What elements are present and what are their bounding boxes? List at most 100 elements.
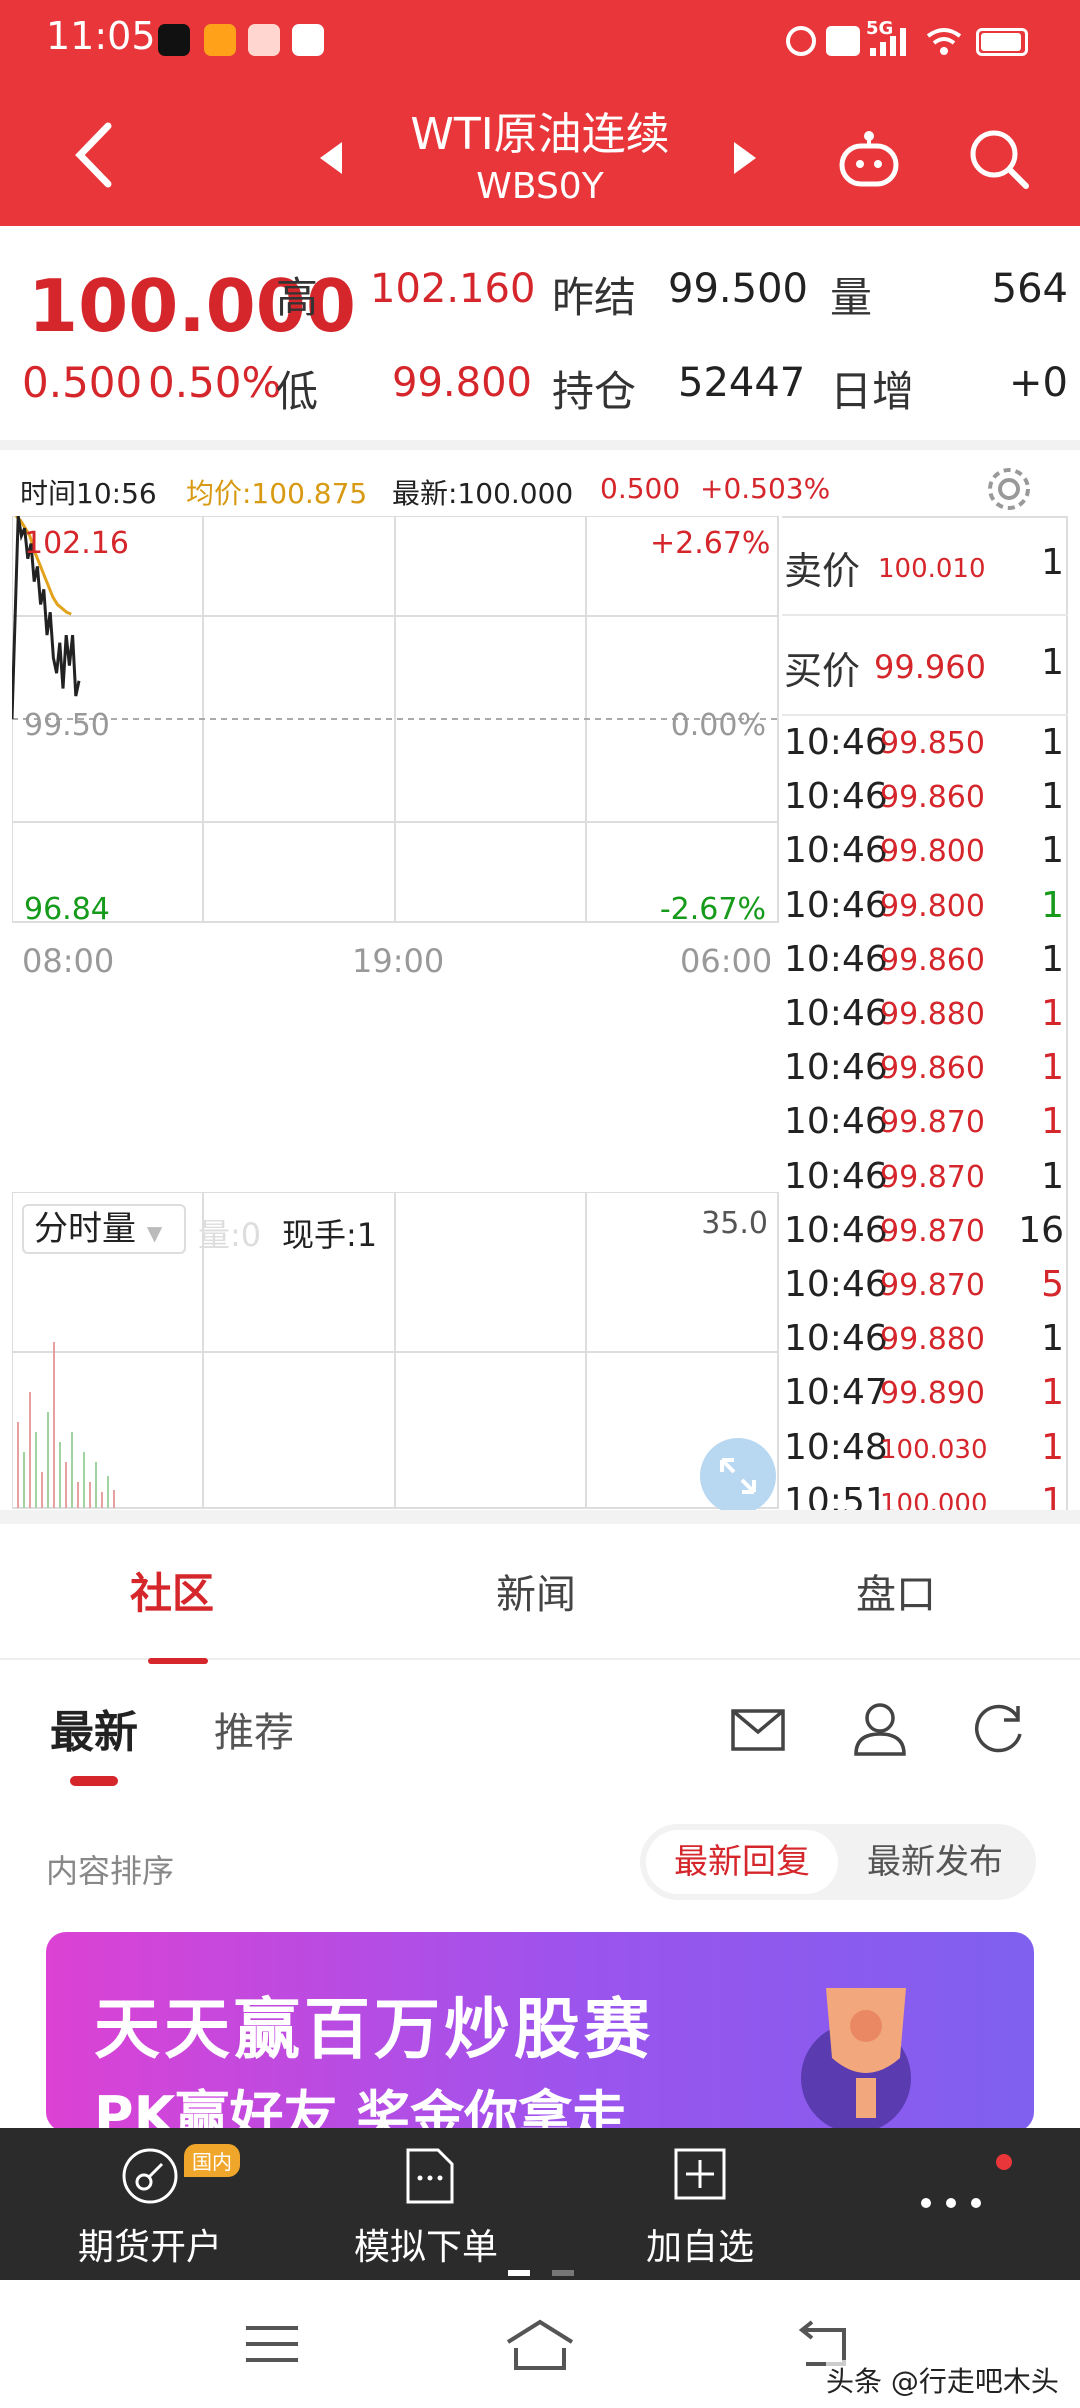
tick-row: 10:46 99.860 1 (784, 939, 1068, 993)
chart-top-pct: +2.67% (650, 526, 771, 561)
tick-quantity: 1 (1041, 1426, 1064, 1468)
tick-time: 10:46 (784, 1155, 888, 1197)
toutiao-icon (292, 24, 324, 56)
wifi-icon (926, 28, 962, 55)
tick-price: 99.850 (880, 726, 985, 761)
mail-icon[interactable] (730, 1706, 786, 1756)
search-icon[interactable] (966, 126, 1032, 192)
tick-price: 99.860 (880, 1051, 985, 1087)
tick-price: 99.870 (880, 1105, 985, 1141)
domestic-badge: 国内 (184, 2144, 240, 2177)
tick-price: 99.800 (880, 834, 985, 870)
home-icon[interactable] (504, 2318, 576, 2372)
tick-price: 99.800 (880, 888, 985, 924)
feed-recommend[interactable]: 推荐 (214, 1700, 294, 1758)
feed-latest[interactable]: 最新 (50, 1696, 138, 1760)
contract-code: WBS0Y (476, 166, 604, 207)
next-contract-icon[interactable] (730, 138, 760, 178)
tick-quantity: 1 (1041, 1101, 1064, 1143)
tick-price: 99.880 (880, 1322, 985, 1358)
robot-icon[interactable] (836, 126, 902, 192)
tick-row: 10:46 99.800 1 (784, 830, 1068, 884)
banner-subline: PK赢好友 奖金你拿走 (94, 2085, 627, 2132)
add-square-icon (674, 2148, 726, 2200)
alarm-icon (786, 26, 816, 56)
volume-indicator-label: 分时量 (34, 1209, 136, 1249)
page-indicator-active (508, 2270, 530, 2276)
chart-prev-close: 99.50 (24, 708, 110, 743)
expand-chart-button[interactable] (700, 1438, 776, 1514)
gift-app-icon (248, 24, 280, 56)
sort-toggle: 最新回复 最新发布 (640, 1824, 1036, 1900)
tick-time: 10:48 (784, 1426, 888, 1468)
tick-row: 10:46 99.870 5 (784, 1264, 1068, 1318)
tick-time: 10:46 (784, 938, 888, 980)
ask-price: 100.010 (878, 554, 986, 584)
open-account-button[interactable]: 国内 期货开户 (60, 2144, 240, 2274)
sort-bar: 内容排序 最新回复 最新发布 (0, 1810, 1080, 1930)
feed-filter-bar: 最新 推荐 (0, 1660, 1080, 1810)
notification-dot (996, 2154, 1012, 2170)
section-tabs: 社区 新闻 盘口 (0, 1510, 1080, 1664)
tick-price: 100.030 (880, 1434, 988, 1465)
tick-time: 10:46 (784, 776, 888, 818)
promo-banner[interactable]: 天天赢百万炒股赛 PK赢好友 奖金你拿走 (46, 1932, 1034, 2132)
volume-max-label: 35.0 (701, 1206, 768, 1241)
chart-bottom-pct: -2.67% (659, 892, 766, 927)
add-watchlist-button[interactable]: 加自选 (630, 2144, 770, 2274)
volume-indicator-select[interactable]: 分时量 ▼ (22, 1204, 186, 1254)
document-icon (406, 2148, 454, 2204)
ask-quantity: 1 (1041, 542, 1064, 583)
tick-time: 10:46 (784, 1209, 888, 1251)
user-icon[interactable] (852, 1700, 908, 1758)
menu-icon[interactable] (244, 2322, 300, 2368)
tick-quantity: 1 (1041, 830, 1064, 872)
refresh-icon[interactable] (970, 1700, 1028, 1758)
high-label: 高 (276, 273, 319, 322)
x-axis-start: 08:00 (22, 942, 115, 980)
tick-time: 10:47 (784, 1372, 888, 1414)
high-value: 102.160 (370, 266, 536, 312)
key-icon (122, 2148, 178, 2204)
quote-panel: 100.000 0.500 0.50% 高 102.160 低 99.800 昨… (0, 226, 1080, 440)
sort-latest-reply[interactable]: 最新回复 (646, 1830, 838, 1894)
chart-bottom-price: 96.84 (24, 892, 110, 927)
simulated-order-button[interactable]: 模拟下单 (340, 2144, 520, 2274)
banner-headline: 天天赢百万炒股赛 (94, 1991, 654, 2068)
tick-quantity: 5 (1041, 1264, 1064, 1305)
daily-increase-value: +0 (1009, 360, 1068, 406)
feed-active-indicator (70, 1776, 118, 1786)
simulated-order-label: 模拟下单 (354, 2227, 499, 2268)
tick-quantity: 1 (1041, 993, 1064, 1034)
open-account-label: 期货开户 (78, 2227, 223, 2268)
open-interest-value: 52447 (678, 360, 806, 406)
x-axis-end: 06:00 (680, 942, 773, 980)
tab-order-book[interactable]: 盘口 (856, 1562, 936, 1620)
tick-quantity: 1 (1041, 722, 1064, 763)
sort-label: 内容排序 (46, 1852, 175, 1890)
tab-news[interactable]: 新闻 (496, 1562, 576, 1620)
tick-row: 10:46 99.880 1 (784, 993, 1068, 1047)
sort-latest-post[interactable]: 最新发布 (840, 1830, 1030, 1894)
expand-icon (720, 1458, 756, 1494)
tick-price: 99.870 (880, 1159, 985, 1195)
chart-top-price: 102.16 (24, 526, 129, 561)
page-title: WTI原油连续 (410, 109, 670, 160)
tick-price: 99.870 (880, 1213, 985, 1249)
tick-price: 99.870 (880, 1268, 985, 1303)
tick-row: 10:46 99.880 1 (784, 1318, 1068, 1372)
trophy-icon (801, 1988, 911, 2132)
settings-gear-icon[interactable] (984, 464, 1034, 514)
ask-label: 卖价 (784, 549, 861, 593)
signal-icon (870, 28, 906, 56)
add-watchlist-label: 加自选 (646, 2227, 755, 2268)
tick-price: 99.890 (880, 1376, 985, 1412)
more-button[interactable] (916, 2188, 986, 2218)
tick-quantity: 1 (1041, 776, 1064, 818)
tick-quantity: 1 (1041, 884, 1064, 926)
tick-time: 10:46 (784, 884, 888, 926)
tab-community[interactable]: 社区 (130, 1560, 214, 1621)
prev-settle-value: 99.500 (668, 266, 808, 312)
volume-value-label: 量:0 (198, 1216, 262, 1254)
back-icon[interactable] (70, 120, 120, 190)
